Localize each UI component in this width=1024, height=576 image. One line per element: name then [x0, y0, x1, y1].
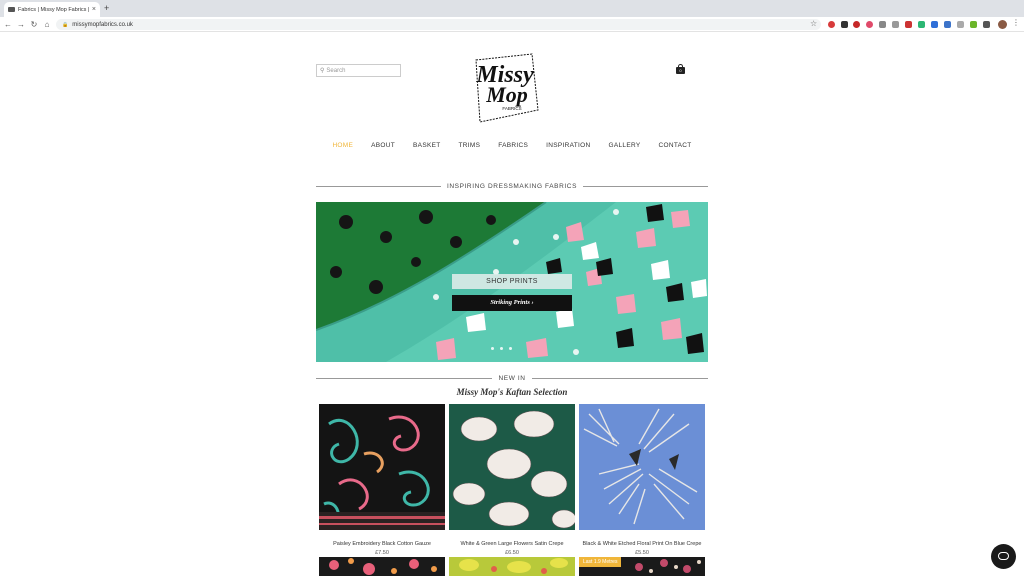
home-icon[interactable]: ⌂: [42, 19, 52, 30]
product-card[interactable]: [319, 557, 445, 576]
divider: [316, 377, 493, 379]
divider: [316, 185, 441, 187]
section-title: INSPIRING DRESSMAKING FABRICS: [446, 182, 578, 190]
collection-subtitle: Missy Mop's Kaftan Selection: [456, 387, 568, 397]
logo-line3: FABRICS: [502, 106, 521, 111]
divider: [583, 185, 708, 187]
back-icon[interactable]: ←: [3, 19, 13, 30]
logo-line2: Mop: [485, 82, 528, 107]
hero-slideshow[interactable]: SHOP PRINTS Striking Prints ›: [316, 202, 708, 362]
browser-toolbar: ← → ↻ ⌂ 🔒 missymopfabrics.co.uk ☆ ⋮: [0, 17, 1024, 32]
product-card[interactable]: [449, 557, 575, 576]
striking-prints-button[interactable]: Striking Prints ›: [452, 295, 572, 311]
url-text: missymopfabrics.co.uk: [72, 21, 133, 28]
divider: [531, 377, 709, 379]
chat-widget-button[interactable]: [991, 544, 1016, 569]
product-image: [319, 557, 445, 576]
nav-trims[interactable]: TRIMS: [450, 142, 490, 154]
favicon-icon: [8, 7, 15, 12]
extension-icon[interactable]: [905, 21, 912, 28]
section-heading-new-in: NEW IN: [316, 373, 709, 383]
extension-icon[interactable]: [866, 21, 873, 28]
nav-contact[interactable]: CONTACT: [650, 142, 701, 154]
nav-gallery[interactable]: GALLERY: [600, 142, 650, 154]
product-image: [449, 557, 575, 576]
search-placeholder: Search: [326, 67, 346, 74]
close-tab-icon[interactable]: ×: [92, 6, 96, 13]
chat-icon: [998, 552, 1009, 560]
browser-menu-icon[interactable]: ⋮: [1012, 18, 1020, 27]
nav-about[interactable]: ABOUT: [362, 142, 404, 154]
nav-inspiration[interactable]: INSPIRATION: [537, 142, 599, 154]
nav-home[interactable]: HOME: [323, 142, 362, 154]
bookmark-star-icon[interactable]: ☆: [810, 19, 817, 28]
nav-fabrics[interactable]: FABRICS: [489, 142, 537, 154]
browser-tab-bar: Fabrics | Missy Mop Fabrics | ... × +: [0, 0, 1024, 17]
product-name[interactable]: Black & White Etched Floral Print On Blu…: [579, 541, 705, 547]
stock-badge: Last 1.9 Metres: [579, 557, 622, 567]
extension-icon[interactable]: [983, 21, 990, 28]
slide-dot[interactable]: [509, 347, 512, 350]
shop-prints-button[interactable]: SHOP PRINTS: [452, 274, 572, 289]
cart-icon: 0: [676, 67, 685, 74]
section-heading-inspiring: INSPIRING DRESSMAKING FABRICS: [316, 181, 708, 191]
product-image[interactable]: [319, 404, 445, 530]
product-image[interactable]: [449, 404, 577, 530]
extension-icon[interactable]: [828, 21, 835, 28]
lock-icon: 🔒: [62, 21, 69, 28]
slideshow-dots: [491, 347, 512, 350]
product-name[interactable]: Paisley Embroidery Black Cotton Gauze: [319, 541, 445, 547]
search-input[interactable]: ⚲ Search: [316, 64, 401, 77]
slide-dot[interactable]: [500, 347, 503, 350]
extension-icon[interactable]: [892, 21, 899, 28]
extension-icon[interactable]: [841, 21, 848, 28]
cart-button[interactable]: 0: [676, 64, 685, 74]
reload-icon[interactable]: ↻: [29, 19, 39, 30]
extension-icon[interactable]: [944, 21, 951, 28]
extension-icon[interactable]: [970, 21, 977, 28]
product-name[interactable]: White & Green Large Flowers Satin Crepe: [449, 541, 575, 547]
browser-tab[interactable]: Fabrics | Missy Mop Fabrics | ... ×: [4, 2, 100, 17]
slide-dot[interactable]: [491, 347, 494, 350]
extension-icon[interactable]: [957, 21, 964, 28]
extension-icon[interactable]: [931, 21, 938, 28]
profile-avatar[interactable]: [998, 20, 1007, 29]
forward-icon[interactable]: →: [16, 19, 26, 30]
extension-icon[interactable]: [853, 21, 860, 28]
address-bar[interactable]: 🔒 missymopfabrics.co.uk: [56, 19, 821, 30]
product-card[interactable]: Black & White Etched Floral Print On Blu…: [579, 404, 705, 556]
product-price: £6.50: [505, 550, 519, 556]
product-image[interactable]: [579, 404, 705, 530]
nav-basket[interactable]: BASKET: [404, 142, 449, 154]
cart-count: 0: [679, 68, 682, 73]
product-price: £5.50: [635, 550, 649, 556]
search-icon: ⚲: [320, 68, 325, 74]
extension-icon[interactable]: [918, 21, 925, 28]
extension-icon[interactable]: [879, 21, 886, 28]
product-card[interactable]: Last 1.9 Metres: [579, 557, 705, 576]
product-price: £7.50: [375, 550, 389, 556]
main-nav: HOME ABOUT BASKET TRIMS FABRICS INSPIRAT…: [316, 142, 708, 154]
product-card[interactable]: Paisley Embroidery Black Cotton Gauze £7…: [319, 404, 445, 556]
tab-title: Fabrics | Missy Mop Fabrics | ...: [18, 6, 89, 13]
section-title: NEW IN: [498, 374, 526, 382]
site-logo[interactable]: Missy Mop FABRICS: [462, 52, 548, 126]
new-tab-icon[interactable]: +: [104, 3, 109, 13]
product-card[interactable]: White & Green Large Flowers Satin Crepe …: [449, 404, 577, 556]
